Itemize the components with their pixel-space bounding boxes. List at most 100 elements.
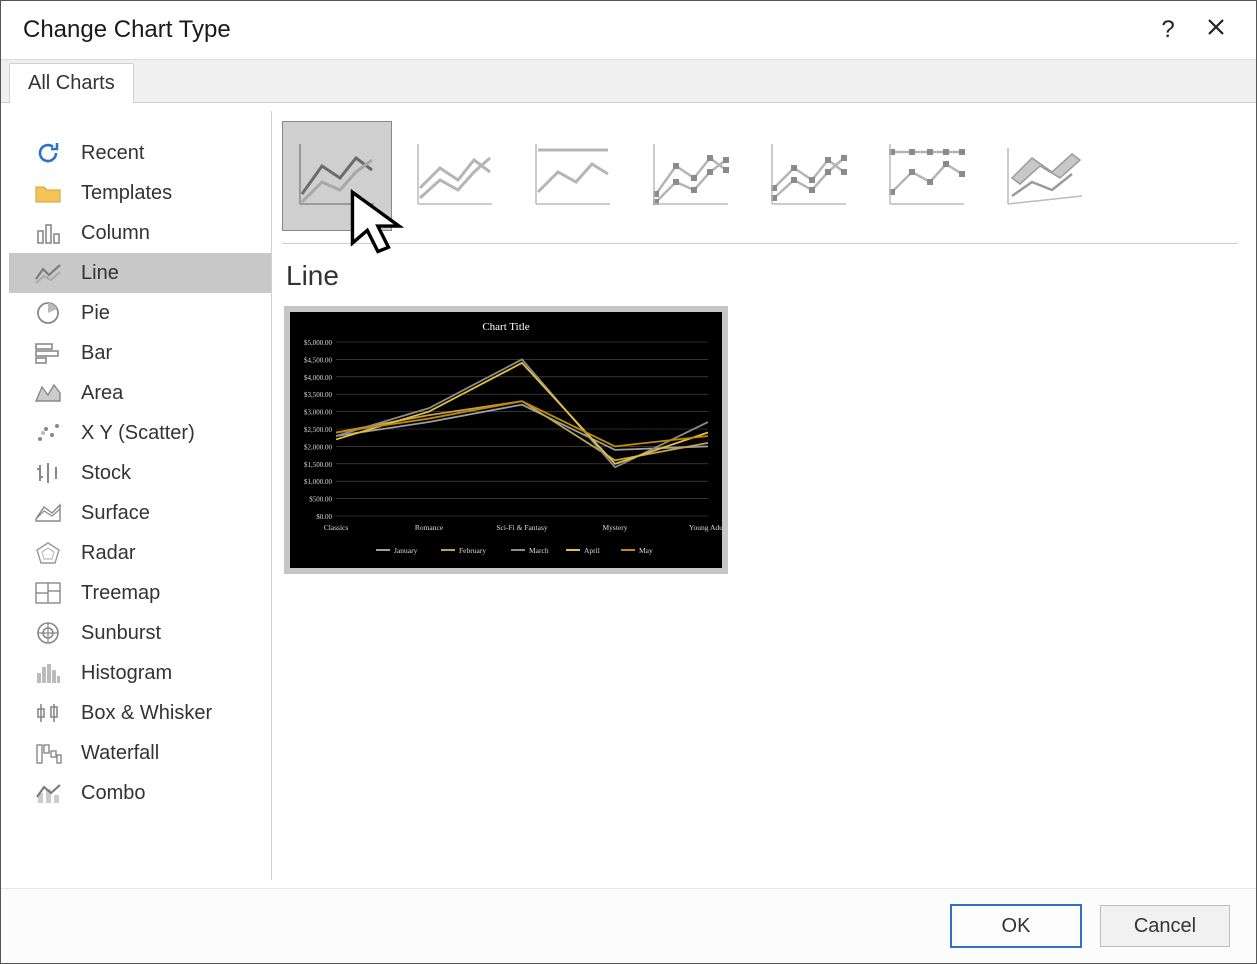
svg-text:Romance: Romance	[415, 523, 444, 532]
sidebar-item-label: Recent	[81, 142, 144, 165]
sidebar-item-area[interactable]: Area	[9, 373, 271, 413]
sidebar-item-label: Templates	[81, 182, 172, 205]
svg-text:January: January	[394, 546, 418, 555]
column-icon	[33, 221, 63, 245]
sidebar-item-column[interactable]: Column	[9, 213, 271, 253]
sidebar-item-label: Stock	[81, 462, 131, 485]
sidebar-item-label: Pie	[81, 302, 110, 325]
sidebar-item-box-whisker[interactable]: Box & Whisker	[9, 693, 271, 733]
sidebar-item-label: Area	[81, 382, 123, 405]
sidebar-item-label: Histogram	[81, 662, 172, 685]
stock-icon	[33, 461, 63, 485]
sidebar-item-bar[interactable]: Bar	[9, 333, 271, 373]
svg-text:$0.00: $0.00	[316, 513, 332, 521]
line-icon	[33, 261, 63, 285]
svg-text:April: April	[584, 546, 600, 555]
stacked100-line-subtype-icon	[530, 138, 616, 215]
scatter-icon	[33, 421, 63, 445]
line-markers-subtype-icon	[648, 138, 734, 215]
svg-text:$500.00: $500.00	[309, 496, 332, 504]
subtype-heading: Line	[286, 260, 1238, 292]
subtype-line[interactable]	[282, 121, 392, 231]
subtype-100-stacked-line[interactable]	[518, 121, 628, 231]
histogram-icon	[33, 661, 63, 685]
svg-text:Young Adult: Young Adult	[689, 523, 722, 532]
sidebar-item-scatter[interactable]: X Y (Scatter)	[9, 413, 271, 453]
sidebar-item-label: Combo	[81, 782, 145, 805]
sidebar-item-treemap[interactable]: Treemap	[9, 573, 271, 613]
svg-text:$4,000.00: $4,000.00	[304, 374, 333, 382]
sidebar-item-combo[interactable]: Combo	[9, 773, 271, 813]
sidebar-item-label: Radar	[81, 542, 135, 565]
sidebar-item-histogram[interactable]: Histogram	[9, 653, 271, 693]
subtype-line-markers[interactable]	[636, 121, 746, 231]
combo-icon	[33, 781, 63, 805]
svg-text:$5,000.00: $5,000.00	[304, 339, 333, 347]
tab-strip: All Charts	[1, 59, 1256, 102]
close-button[interactable]	[1192, 6, 1240, 54]
close-icon	[1206, 17, 1226, 43]
sidebar-item-label: Line	[81, 262, 119, 285]
button-label: Cancel	[1134, 915, 1196, 938]
chart-preview-thumbnail[interactable]: Chart Title$0.00$500.00$1,000.00$1,500.0…	[284, 306, 728, 574]
sidebar-item-sunburst[interactable]: Sunburst	[9, 613, 271, 653]
svg-text:$1,000.00: $1,000.00	[304, 478, 333, 486]
svg-text:$3,500.00: $3,500.00	[304, 391, 333, 399]
stacked-line-markers-subtype-icon	[766, 138, 852, 215]
sidebar-item-recent[interactable]: Recent	[9, 133, 271, 173]
svg-text:Classics: Classics	[324, 523, 349, 532]
sidebar-item-label: Column	[81, 222, 150, 245]
sidebar-item-waterfall[interactable]: Waterfall	[9, 733, 271, 773]
sidebar-item-label: Sunburst	[81, 622, 161, 645]
subtype-stacked-line[interactable]	[400, 121, 510, 231]
cancel-button[interactable]: Cancel	[1100, 905, 1230, 947]
main-area: Recent Templates Column Line Pie	[1, 102, 1256, 888]
treemap-icon	[33, 581, 63, 605]
surface-icon	[33, 501, 63, 525]
folder-icon	[33, 181, 63, 205]
svg-text:$2,500.00: $2,500.00	[304, 426, 333, 434]
chart-preview-svg: Chart Title$0.00$500.00$1,000.00$1,500.0…	[290, 312, 722, 568]
sunburst-icon	[33, 621, 63, 645]
area-icon	[33, 381, 63, 405]
subtype-stacked-line-markers[interactable]	[754, 121, 864, 231]
chart-category-sidebar: Recent Templates Column Line Pie	[9, 111, 272, 880]
sidebar-item-pie[interactable]: Pie	[9, 293, 271, 333]
3d-line-subtype-icon	[1002, 138, 1088, 215]
dialog-title: Change Chart Type	[23, 16, 1144, 44]
sidebar-item-label: X Y (Scatter)	[81, 422, 195, 445]
svg-text:May: May	[639, 546, 653, 555]
sidebar-item-label: Waterfall	[81, 742, 159, 765]
svg-text:February: February	[459, 546, 486, 555]
line-subtype-icon	[294, 138, 380, 215]
sidebar-item-stock[interactable]: Stock	[9, 453, 271, 493]
tab-label: All Charts	[28, 72, 115, 94]
sidebar-item-label: Box & Whisker	[81, 702, 212, 725]
svg-text:Mystery: Mystery	[603, 523, 628, 532]
box-whisker-icon	[33, 701, 63, 725]
titlebar: Change Chart Type ?	[1, 1, 1256, 59]
sidebar-item-line[interactable]: Line	[9, 253, 271, 293]
sidebar-item-templates[interactable]: Templates	[9, 173, 271, 213]
svg-text:$2,000.00: $2,000.00	[304, 443, 333, 451]
ok-button[interactable]: OK	[950, 904, 1082, 948]
help-icon: ?	[1161, 16, 1174, 44]
stacked100-line-markers-subtype-icon	[884, 138, 970, 215]
subtype-3d-line[interactable]	[990, 121, 1100, 231]
dialog-footer: OK Cancel	[1, 888, 1256, 963]
sidebar-item-surface[interactable]: Surface	[9, 493, 271, 533]
chart-subtype-row	[282, 121, 1238, 244]
radar-icon	[33, 541, 63, 565]
tab-all-charts[interactable]: All Charts	[9, 63, 134, 103]
svg-text:$3,000.00: $3,000.00	[304, 409, 333, 417]
recent-icon	[33, 141, 63, 165]
sidebar-item-label: Surface	[81, 502, 150, 525]
svg-text:March: March	[529, 546, 549, 555]
svg-text:Sci-Fi & Fantasy: Sci-Fi & Fantasy	[496, 523, 548, 532]
subtype-100-stacked-line-markers[interactable]	[872, 121, 982, 231]
sidebar-item-radar[interactable]: Radar	[9, 533, 271, 573]
help-button[interactable]: ?	[1144, 6, 1192, 54]
svg-text:Chart Title: Chart Title	[482, 321, 529, 333]
waterfall-icon	[33, 741, 63, 765]
bar-icon	[33, 341, 63, 365]
